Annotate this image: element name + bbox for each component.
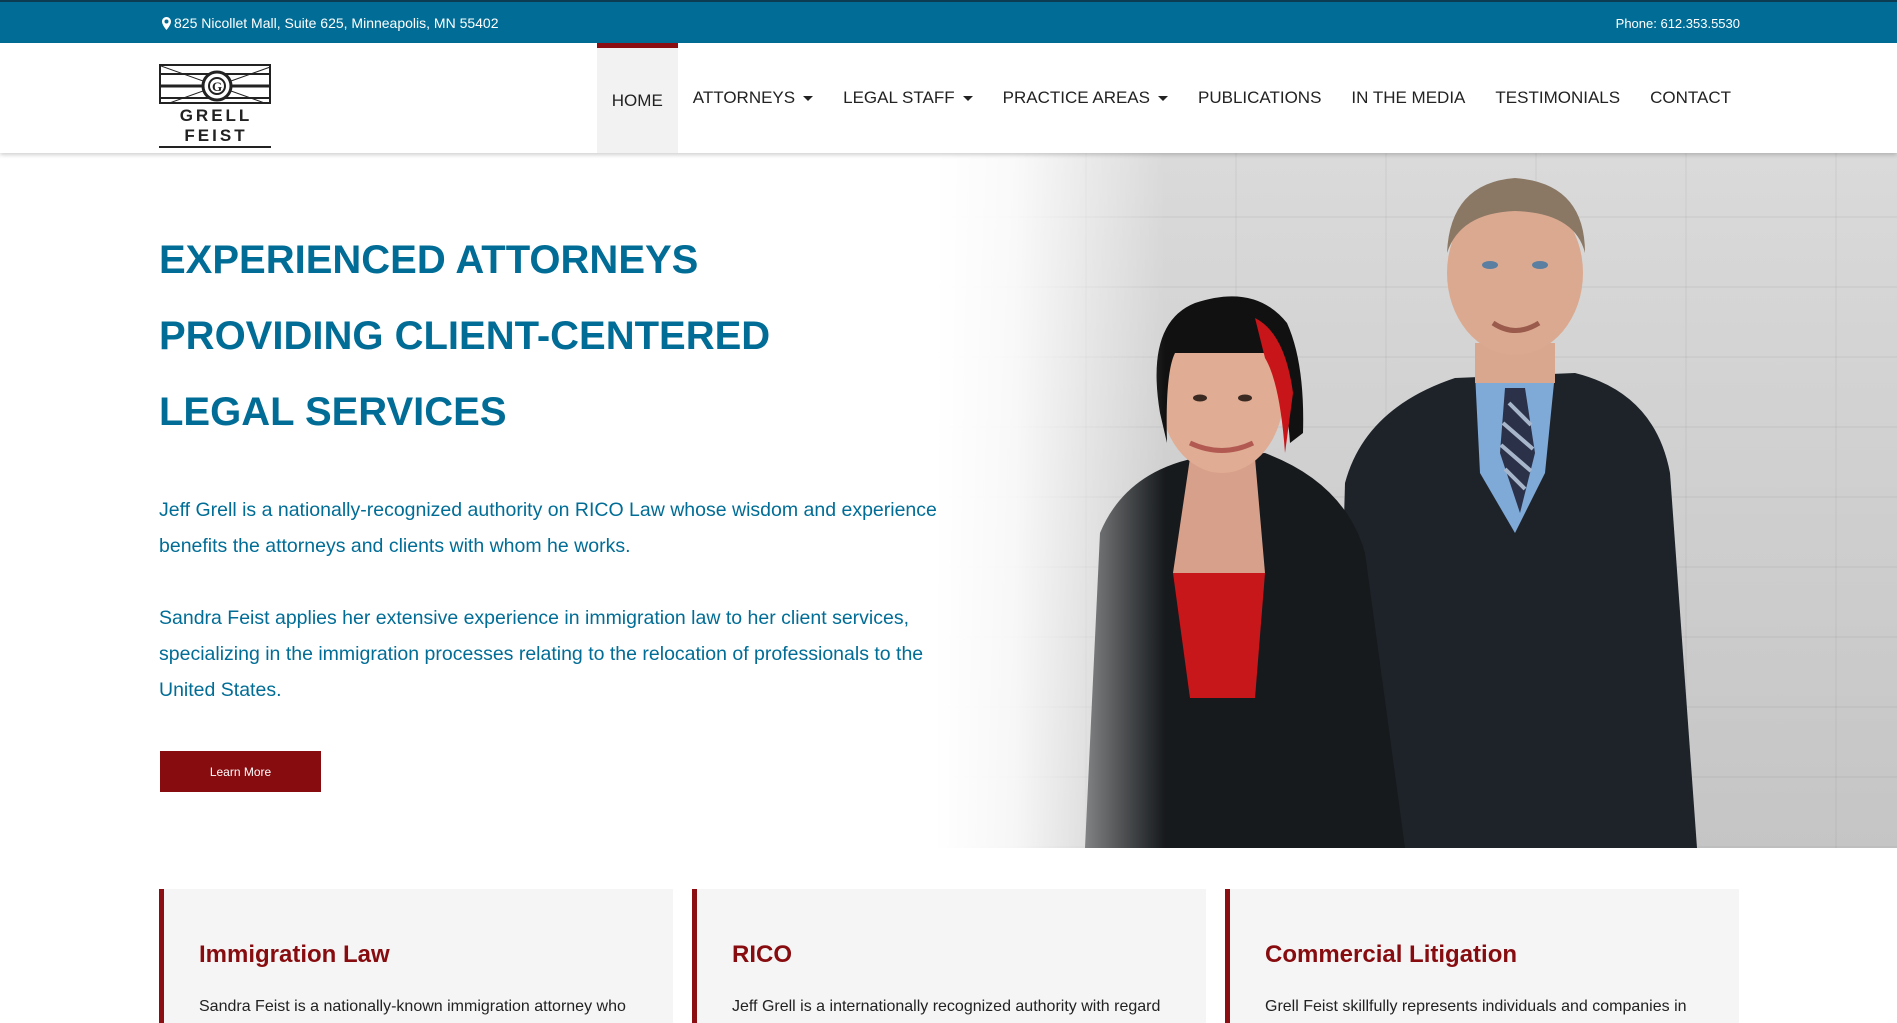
hero-paragraph-grell: Jeff Grell is a nationally-recognized au… [159, 499, 937, 557]
main-nav: HOME ATTORNEYS LEGAL STAFF PRACTICE AREA… [596, 43, 1746, 153]
card-title[interactable]: Immigration Law [199, 941, 390, 969]
caret-down-icon [803, 95, 814, 101]
nav-contact[interactable]: CONTACT [1635, 43, 1746, 153]
practice-card-immigration[interactable]: Immigration Law Sandra Feist is a nation… [159, 889, 673, 1023]
practice-card-commercial-litigation[interactable]: Commercial Litigation Grell Feist skillf… [1225, 889, 1739, 1023]
top-info-bar: 825 Nicollet Mall, Suite 625, Minneapoli… [0, 0, 1897, 43]
logo-underline [159, 146, 271, 148]
site-logo[interactable]: G GRELL FEIST [159, 64, 273, 148]
nav-attorneys-label: ATTORNEYS [692, 88, 796, 107]
nav-legal-staff[interactable]: LEGAL STAFF [828, 43, 987, 153]
hero-paragraph-feist: Sandra Feist applies her extensive exper… [159, 607, 924, 701]
card-text: Jeff Grell is a internationally recogniz… [732, 998, 1161, 1015]
hero-title-line-2: PROVIDING CLIENT-CENTERED [159, 314, 771, 358]
nav-legal-staff-label: LEGAL STAFF [843, 88, 955, 107]
hero-title-line-1: EXPERIENCED ATTORNEYS [159, 238, 699, 282]
card-title[interactable]: RICO [732, 941, 792, 969]
phone-number[interactable]: Phone: 612.353.5530 [1616, 16, 1740, 31]
card-text: Grell Feist skillfully represents indivi… [1265, 998, 1687, 1015]
nav-contact-label: CONTACT [1650, 88, 1731, 107]
nav-home[interactable]: HOME [596, 43, 678, 153]
photo-left-fade [935, 153, 1165, 848]
address-text: 825 Nicollet Mall, Suite 625, Minneapoli… [174, 15, 499, 31]
caret-down-icon [962, 95, 973, 101]
map-marker-icon [162, 16, 171, 30]
nav-in-the-media-label: IN THE MEDIA [1351, 88, 1466, 107]
logo-text: GRELL FEIST [179, 106, 253, 145]
site-header: G GRELL FEIST HOME ATTORNEYS LEGAL STAFF… [0, 43, 1897, 153]
learn-more-button[interactable]: Learn More [160, 751, 321, 792]
address: 825 Nicollet Mall, Suite 625, Minneapoli… [162, 15, 499, 31]
nav-publications[interactable]: PUBLICATIONS [1183, 43, 1336, 153]
svg-text:G: G [212, 79, 222, 94]
logo-mark: G [159, 64, 271, 104]
nav-testimonials[interactable]: TESTIMONIALS [1480, 43, 1635, 153]
nav-home-label: HOME [611, 90, 663, 110]
hero-title-line-3: LEGAL SERVICES [159, 390, 507, 434]
nav-in-the-media[interactable]: IN THE MEDIA [1336, 43, 1480, 153]
nav-practice-areas[interactable]: PRACTICE AREAS [988, 43, 1183, 153]
caret-down-icon [1157, 95, 1168, 101]
card-text: Sandra Feist is a nationally-known immig… [199, 998, 626, 1015]
attorneys-photo [935, 153, 1897, 848]
nav-practice-areas-label: PRACTICE AREAS [1002, 88, 1150, 107]
practice-card-rico[interactable]: RICO Jeff Grell is a internationally rec… [692, 889, 1206, 1023]
nav-publications-label: PUBLICATIONS [1197, 88, 1322, 107]
hero-title: EXPERIENCED ATTORNEYS PROVIDING CLIENT-C… [159, 222, 919, 450]
card-title[interactable]: Commercial Litigation [1265, 941, 1517, 969]
nav-attorneys[interactable]: ATTORNEYS [678, 43, 828, 153]
nav-testimonials-label: TESTIMONIALS [1495, 88, 1621, 107]
